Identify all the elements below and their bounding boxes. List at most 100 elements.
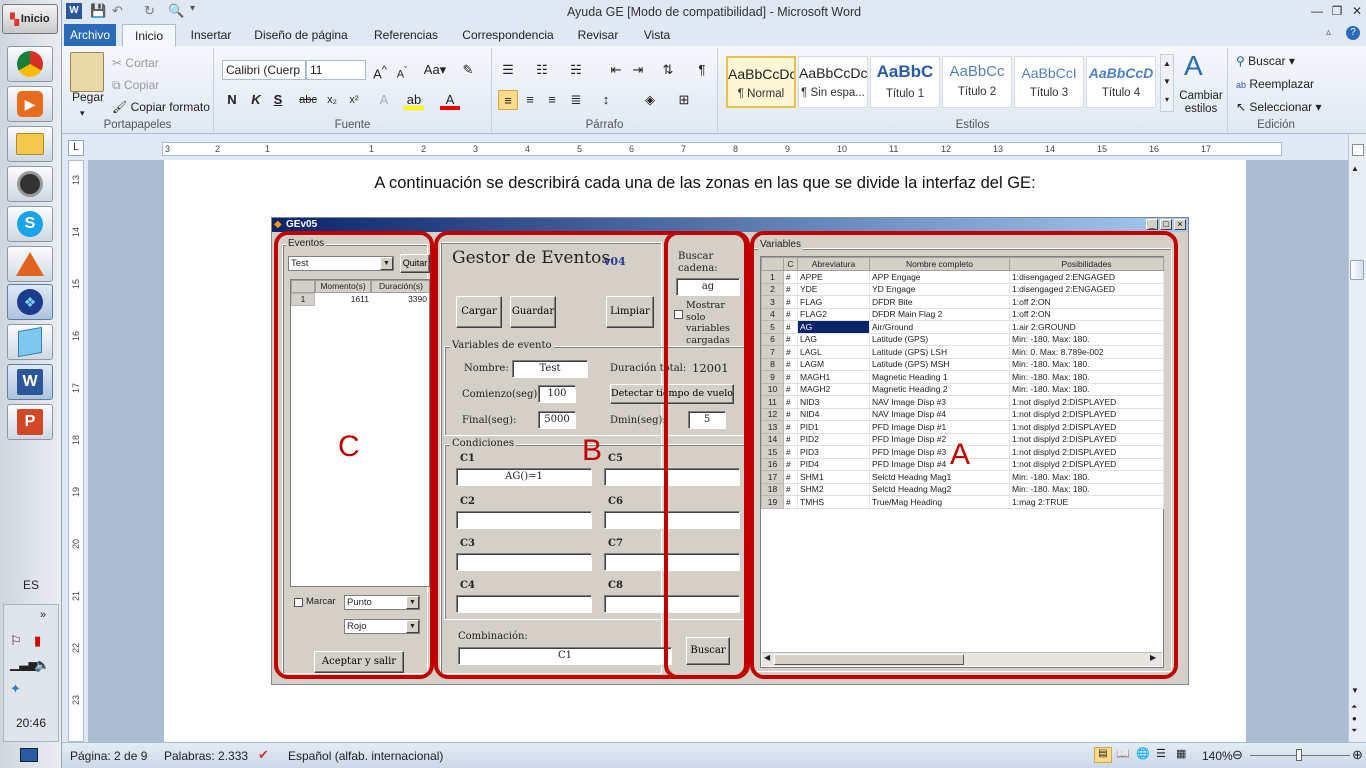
taskbar-file-explorer[interactable] xyxy=(7,126,53,162)
paste-icon[interactable] xyxy=(70,52,104,92)
word-count[interactable]: Palabras: 2.333 xyxy=(164,749,248,763)
style-titulo-4[interactable]: AaBbCcD Título 4 xyxy=(1086,56,1156,108)
shrink-font-icon[interactable]: Aˇ xyxy=(392,60,412,81)
zoom-out-icon[interactable]: ⊖ xyxy=(1232,747,1243,763)
network-icon[interactable]: ✦ xyxy=(10,681,21,697)
decrease-indent-icon[interactable]: ⇤ xyxy=(606,60,626,80)
web-layout-icon[interactable]: 🌐 xyxy=(1136,747,1150,760)
sort-icon[interactable]: ⇅ xyxy=(658,60,678,80)
prev-page-icon[interactable]: ⏶ xyxy=(1351,702,1357,712)
font-name-combo[interactable]: Calibri (Cuerp xyxy=(222,60,306,80)
tab-archivo[interactable]: Archivo xyxy=(64,24,116,46)
tab-referencias[interactable]: Referencias xyxy=(368,24,444,46)
style-sin-espaciado[interactable]: AaBbCcDc ¶ Sin espa... xyxy=(798,56,868,108)
volume-icon[interactable]: 🔈 xyxy=(34,657,50,673)
clear-format-icon[interactable]: ✎ xyxy=(458,60,478,80)
minimize-button[interactable]: — xyxy=(1306,3,1328,19)
grow-font-icon[interactable]: A^ xyxy=(370,60,390,81)
style-titulo-2[interactable]: AaBbCc Título 2 xyxy=(942,56,1012,108)
browse-object-icon[interactable]: ● xyxy=(1352,714,1357,723)
borders-icon[interactable]: ⊞ xyxy=(674,90,694,110)
change-case-icon[interactable]: Aa▾ xyxy=(420,60,450,80)
taskbar-matlab[interactable] xyxy=(7,246,53,282)
start-button[interactable]: ▚ Inicio xyxy=(2,4,58,34)
vertical-ruler[interactable]: 131415161718192021222324 xyxy=(62,160,88,757)
superscript-icon[interactable]: x² xyxy=(344,90,364,110)
pilcrow-icon[interactable]: ¶ xyxy=(692,60,712,80)
language-indicator[interactable]: ES xyxy=(0,578,62,592)
multilevel-list-icon[interactable]: ☵ xyxy=(566,60,586,80)
format-painter-button[interactable]: 🖌 Copiar formato xyxy=(112,100,210,114)
strikethrough-icon[interactable]: abc xyxy=(298,90,318,110)
tray-expand-icon[interactable]: » xyxy=(40,609,46,621)
paste-dropdown-icon[interactable]: ▾ xyxy=(80,108,85,119)
page-counter[interactable]: Página: 2 de 9 xyxy=(70,749,147,763)
styles-scroll[interactable]: ▲ ▼ ▾ xyxy=(1160,54,1174,112)
document-paragraph[interactable]: A continuación se describirá cada una de… xyxy=(164,174,1246,193)
increase-indent-icon[interactable]: ⇥ xyxy=(628,60,648,80)
numbering-icon[interactable]: ☷ xyxy=(532,60,552,80)
scroll-down-icon[interactable]: ▼ xyxy=(1351,686,1359,695)
paste-button[interactable]: Pegar xyxy=(72,90,104,104)
taskbar-skype[interactable]: S xyxy=(7,206,53,242)
flag-icon[interactable]: ⚐ xyxy=(10,633,22,649)
minimize-ribbon-icon[interactable]: ▵ xyxy=(1326,27,1331,38)
zoom-in-icon[interactable]: ⊕ xyxy=(1352,747,1363,763)
reading-layout-icon[interactable]: 📖 xyxy=(1116,747,1130,760)
bold-icon[interactable]: N xyxy=(222,90,242,110)
ruler-toggle-icon[interactable] xyxy=(1352,144,1364,156)
font-size-combo[interactable]: 11 xyxy=(306,60,366,80)
taskbar-media-player[interactable]: ▶ xyxy=(7,86,53,122)
proofing-icon[interactable]: ✔ xyxy=(258,747,269,763)
outline-icon[interactable]: ☰ xyxy=(1156,747,1166,760)
vertical-scrollbar[interactable]: ▲ ▼ ⏶ ● ⏷ xyxy=(1348,134,1366,742)
taskbar-chrome[interactable] xyxy=(7,46,53,82)
select-button[interactable]: ↖ Seleccionar ▾ xyxy=(1236,100,1321,114)
align-left-icon[interactable]: ≡ xyxy=(498,90,518,110)
tab-selector-icon[interactable]: L xyxy=(68,140,84,156)
scroll-up-icon[interactable]: ▲ xyxy=(1351,164,1359,173)
draft-icon[interactable]: ▦ xyxy=(1176,747,1186,760)
clock[interactable]: 20:46 xyxy=(0,716,62,730)
scroll-thumb[interactable] xyxy=(1350,260,1364,280)
zoom-level[interactable]: 140% xyxy=(1202,749,1233,763)
taskbar-utility[interactable] xyxy=(7,166,53,202)
language-status[interactable]: Español (alfab. internacional) xyxy=(288,749,443,763)
tab-correspondencia[interactable]: Correspondencia xyxy=(458,24,558,46)
subscript-icon[interactable]: x₂ xyxy=(322,90,342,110)
tab-insertar[interactable]: Insertar xyxy=(182,24,240,46)
taskbar-windows[interactable]: ❖ xyxy=(7,284,53,320)
highlight-icon[interactable]: ab xyxy=(404,90,424,110)
copy-button[interactable]: ⧉ Copiar xyxy=(112,78,159,93)
taskbar-word[interactable]: W xyxy=(7,364,53,400)
show-desktop-icon[interactable] xyxy=(20,748,38,762)
change-styles-button[interactable]: Cambiar estilos xyxy=(1176,90,1226,116)
replace-button[interactable]: ab Reemplazar xyxy=(1236,77,1314,91)
line-spacing-icon[interactable]: ↕ xyxy=(596,90,616,110)
change-styles-icon[interactable]: A xyxy=(1184,50,1203,82)
taskbar-notepad[interactable] xyxy=(7,324,53,360)
print-layout-icon[interactable]: ▤ xyxy=(1094,747,1112,763)
taskbar-powerpoint[interactable]: P xyxy=(7,404,53,440)
bullets-icon[interactable]: ☰ xyxy=(498,60,518,80)
cut-button[interactable]: ✂ Cortar xyxy=(112,56,159,70)
tab-inicio[interactable]: Inicio xyxy=(122,24,176,46)
tab-revisar[interactable]: Revisar xyxy=(570,24,626,46)
style-titulo-3[interactable]: AaBbCcI Título 3 xyxy=(1014,56,1084,108)
next-page-icon[interactable]: ⏷ xyxy=(1351,726,1357,736)
align-right-icon[interactable]: ≡ xyxy=(542,90,562,110)
tab-diseno[interactable]: Diseño de página xyxy=(248,24,354,46)
close-button[interactable]: ✕ xyxy=(1346,3,1366,19)
italic-icon[interactable]: K xyxy=(246,90,266,110)
style-titulo-1[interactable]: AaBbC Título 1 xyxy=(870,56,940,108)
text-effects-icon[interactable]: A xyxy=(374,90,394,110)
font-color-icon[interactable]: A xyxy=(440,90,460,110)
help-icon[interactable]: ? xyxy=(1346,26,1360,40)
justify-icon[interactable]: ≣ xyxy=(566,90,586,110)
style-normal[interactable]: AaBbCcDc ¶ Normal xyxy=(726,56,796,108)
zoom-slider-thumb[interactable] xyxy=(1296,749,1302,761)
tab-vista[interactable]: Vista xyxy=(636,24,678,46)
restore-button[interactable]: ❐ xyxy=(1326,3,1348,19)
underline-icon[interactable]: S xyxy=(268,90,288,110)
align-center-icon[interactable]: ≡ xyxy=(520,90,540,110)
